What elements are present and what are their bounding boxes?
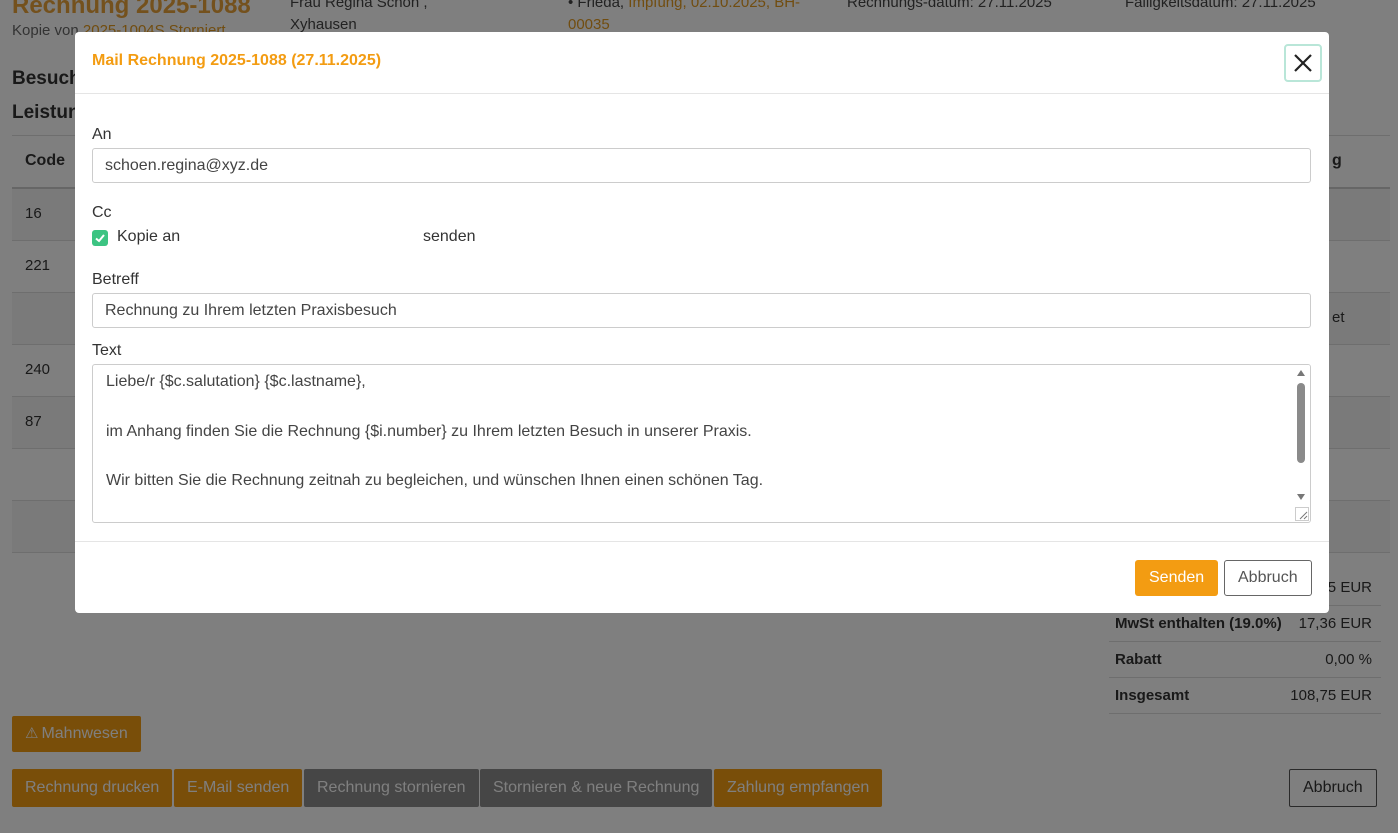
close-button[interactable] xyxy=(1284,44,1322,82)
scroll-down-arrow-icon[interactable] xyxy=(1297,494,1305,500)
cc-checkbox-label-tail: senden xyxy=(423,228,476,245)
message-line: Wir bitten Sie die Rechnung zeitnah zu b… xyxy=(106,472,764,489)
text-label: Text xyxy=(92,342,122,359)
to-label: An xyxy=(92,126,112,143)
to-email-input[interactable] xyxy=(92,148,1311,183)
close-icon xyxy=(1294,54,1312,72)
textarea-scrollbar[interactable] xyxy=(1293,365,1310,505)
cc-copy-checkbox[interactable] xyxy=(92,230,108,246)
message-line: Liebe/r {$c.salutation} {$c.lastname}, xyxy=(106,373,366,390)
subject-label: Betreff xyxy=(92,271,139,288)
scrollbar-thumb[interactable] xyxy=(1297,383,1305,463)
dialog-footer: Senden Abbruch xyxy=(75,541,1329,613)
cc-checkbox-label: Kopie an xyxy=(117,228,181,245)
abort-button[interactable]: Abbruch xyxy=(1224,560,1312,596)
scroll-up-arrow-icon[interactable] xyxy=(1297,370,1305,376)
subject-input[interactable] xyxy=(92,293,1311,328)
cc-option: Kopie an senden xyxy=(92,228,692,248)
cc-label: Cc xyxy=(92,204,112,221)
resize-handle[interactable] xyxy=(1295,507,1309,521)
check-icon xyxy=(95,234,105,243)
message-line: im Anhang finden Sie die Rechnung {$i.nu… xyxy=(106,423,752,440)
resize-grip-icon xyxy=(1299,511,1308,520)
send-button[interactable]: Senden xyxy=(1135,560,1219,596)
dialog-title: Mail Rechnung 2025-1088 (27.11.2025) xyxy=(92,52,382,69)
mail-invoice-dialog: Mail Rechnung 2025-1088 (27.11.2025) An … xyxy=(75,32,1329,613)
dialog-header: Mail Rechnung 2025-1088 (27.11.2025) xyxy=(75,32,1329,94)
message-textarea[interactable]: Liebe/r {$c.salutation} {$c.lastname}, i… xyxy=(92,364,1311,523)
